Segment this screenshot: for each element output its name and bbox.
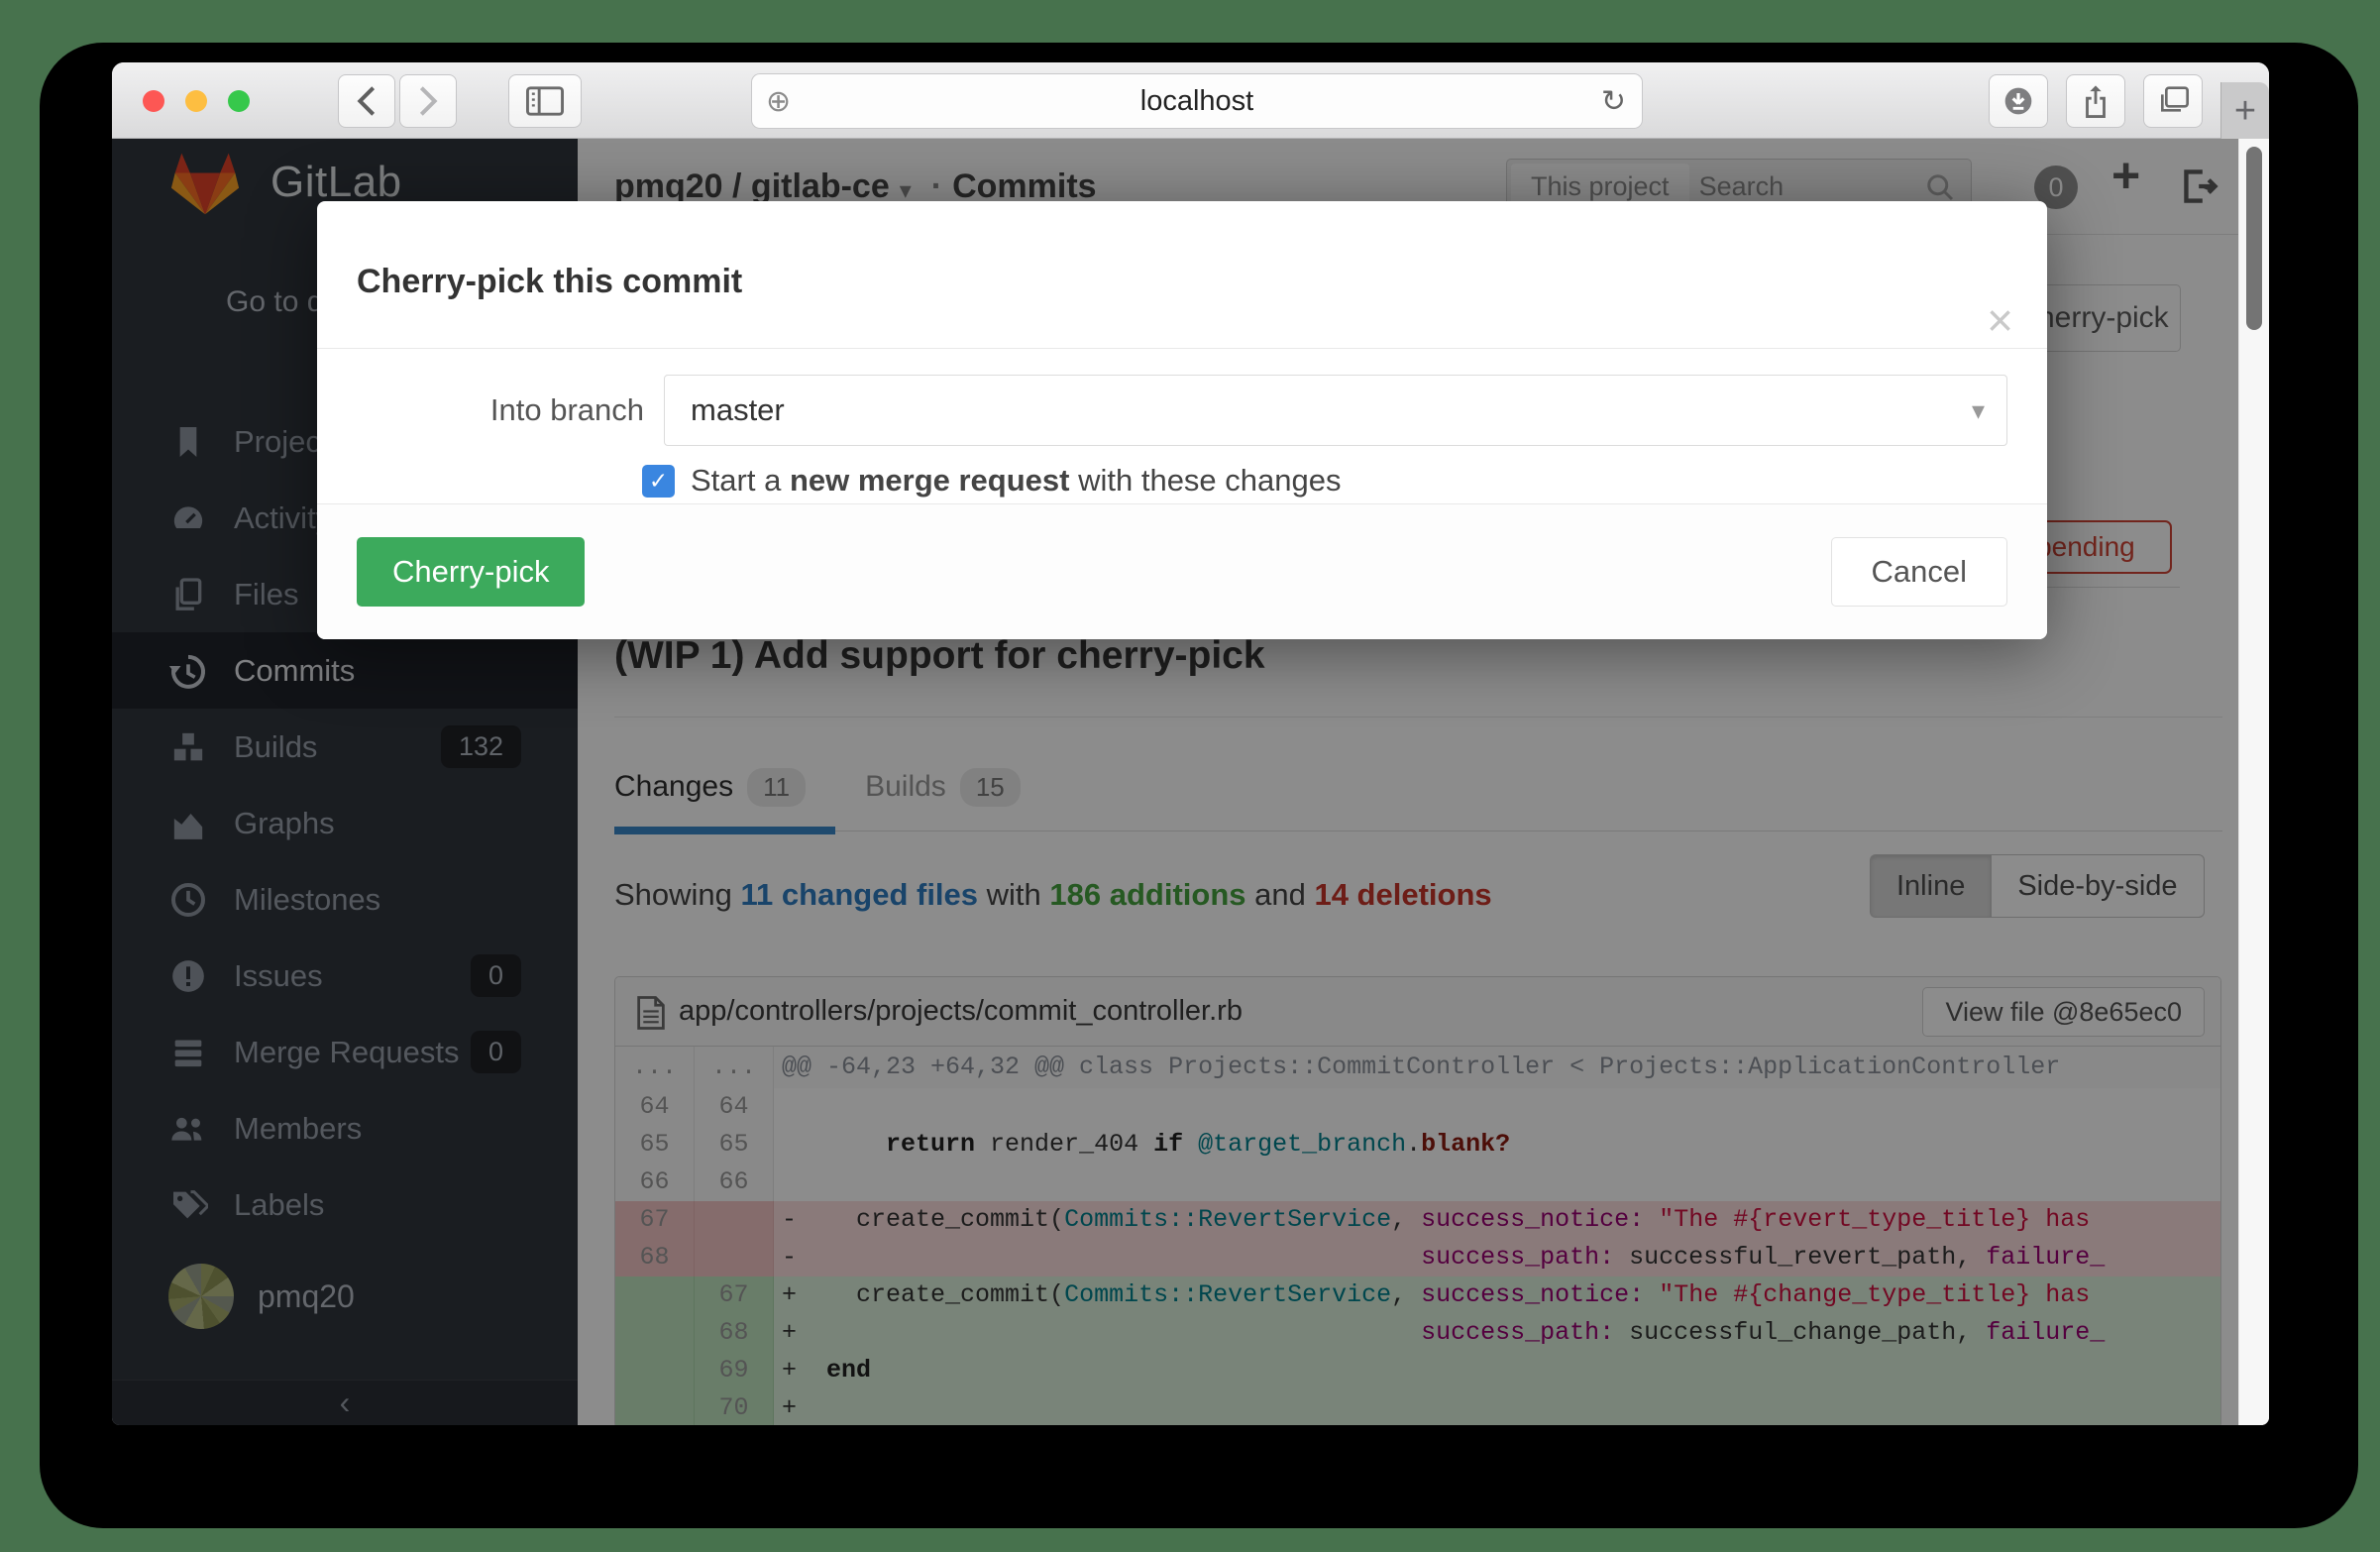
scrollbar[interactable] — [2238, 139, 2269, 1425]
browser-toolbar: ⊕ localhost ↻ — [112, 62, 2269, 139]
zoom-window-button[interactable] — [228, 90, 250, 112]
chevron-down-icon: ▾ — [1972, 376, 1985, 445]
browser-window: ⊕ localhost ↻ — [112, 62, 2269, 1425]
close-window-button[interactable] — [143, 90, 164, 112]
sidebar-icon — [526, 86, 564, 116]
checkbox-label: Start a new merge request with these cha… — [691, 463, 1342, 499]
into-branch-label: Into branch — [357, 375, 644, 446]
divider — [317, 348, 2047, 349]
scrollbar-thumb[interactable] — [2246, 147, 2262, 330]
sidebar-toggle-button[interactable] — [508, 74, 582, 128]
download-icon — [2002, 85, 2034, 117]
merge-request-checkbox[interactable]: ✓ — [642, 465, 675, 498]
tabs-overview-button[interactable] — [2143, 74, 2203, 128]
share-icon — [2081, 84, 2110, 118]
chevron-left-icon — [356, 86, 378, 116]
url-text: localhost — [752, 85, 1642, 118]
back-button[interactable] — [338, 74, 395, 128]
url-field[interactable]: ⊕ localhost ↻ — [751, 73, 1643, 129]
cherry-pick-modal: Cherry-pick this commit × Into branch ma… — [317, 201, 2047, 639]
minimize-window-button[interactable] — [185, 90, 207, 112]
chevron-right-icon — [417, 86, 439, 116]
new-tab-button[interactable]: + — [2220, 82, 2269, 140]
tabs-icon — [2157, 86, 2189, 116]
cherry-pick-confirm-button[interactable]: Cherry-pick — [357, 537, 585, 607]
modal-title: Cherry-pick this commit — [357, 263, 742, 301]
modal-footer: Cherry-pick Cancel — [317, 503, 2047, 639]
branch-select[interactable]: master ▾ — [664, 375, 2007, 446]
reload-icon[interactable]: ↻ — [1601, 84, 1626, 119]
downloads-button[interactable] — [1989, 74, 2048, 128]
forward-button[interactable] — [399, 74, 457, 128]
share-button[interactable] — [2066, 74, 2125, 128]
cancel-button[interactable]: Cancel — [1831, 537, 2008, 607]
desktop-background: ⊕ localhost ↻ — [0, 0, 2380, 1552]
merge-request-checkbox-row: ✓ Start a new merge request with these c… — [642, 463, 1342, 499]
branch-select-value: master — [691, 392, 785, 427]
